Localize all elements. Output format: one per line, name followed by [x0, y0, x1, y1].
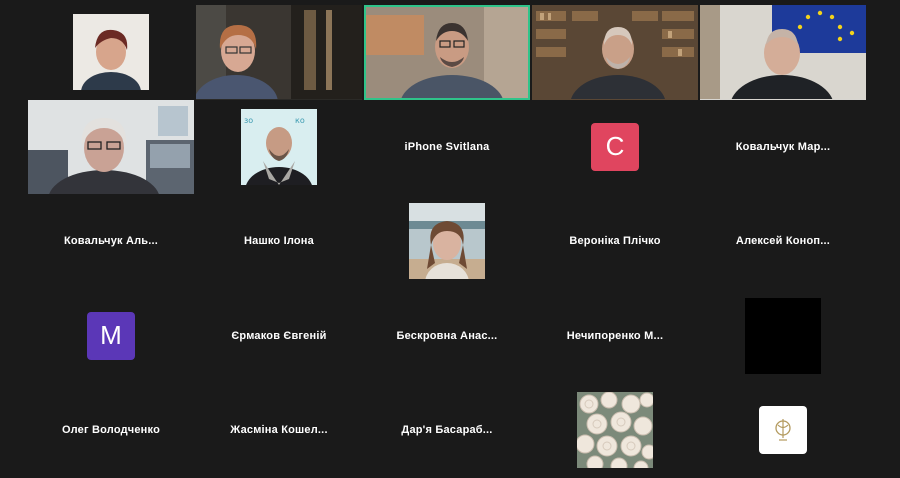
avatar-letter: C [605, 131, 625, 162]
participant-name: Бескровна Анас... [396, 329, 498, 342]
participant-tile-10[interactable]: Ковальчук Мар... [699, 100, 867, 195]
participant-tile-13[interactable] [363, 194, 531, 289]
participant-tile-11[interactable]: Ковальчук Аль... [27, 194, 195, 289]
participant-tile-4[interactable] [531, 5, 699, 100]
participant-photo [73, 14, 149, 91]
participant-photo-roses [577, 392, 653, 469]
participant-tile-7[interactable]: зо ко [195, 100, 363, 195]
participant-photo [409, 203, 485, 280]
participant-tile-8[interactable]: iPhone Svitlana [363, 100, 531, 195]
video-grid: зо ко iPhone Svitlana C Ковальчук Мар...… [27, 5, 867, 478]
participant-photo-black [745, 297, 821, 374]
participant-video [196, 5, 362, 100]
logo-icon [775, 419, 791, 441]
participant-name: Жасміна Кошел... [230, 424, 328, 437]
participant-tile-17[interactable]: Єрмаков Євгеній [195, 289, 363, 384]
participant-name: Вероніка Плічко [569, 235, 661, 248]
participant-photo-logo [759, 406, 807, 455]
participant-tile-23[interactable]: Дар'я Басараб... [363, 383, 531, 478]
participant-tile-24[interactable] [531, 383, 699, 478]
svg-text:зо: зо [244, 116, 253, 125]
participant-tile-3[interactable] [363, 5, 531, 100]
participant-avatar-letter: M [87, 311, 135, 360]
participant-name: Ковальчук Мар... [735, 140, 831, 153]
participant-name: Ковальчук Аль... [63, 235, 159, 248]
participant-tile-18[interactable]: Бескровна Анас... [363, 289, 531, 384]
participant-tile-15[interactable]: Алексей Коноп... [699, 194, 867, 289]
participant-tile-6[interactable] [27, 99, 195, 194]
participant-name: Нечипоренко М... [566, 329, 664, 342]
participant-tile-21[interactable]: Олег Володченко [27, 383, 195, 478]
participant-tile-9[interactable]: C [531, 100, 699, 195]
svg-text:ко: ко [295, 116, 305, 125]
participant-name: Єрмаков Євгеній [231, 329, 327, 342]
participant-tile-5[interactable] [699, 5, 867, 100]
participant-video [700, 5, 866, 100]
participant-photo: зо ко [241, 108, 317, 185]
participant-tile-1[interactable] [27, 5, 195, 100]
participant-tile-20[interactable] [699, 289, 867, 384]
avatar-letter: M [100, 320, 122, 351]
participant-tile-12[interactable]: Нашко Ілона [195, 194, 363, 289]
participant-video-active-speaker [364, 5, 530, 100]
participant-tile-2[interactable] [195, 5, 363, 100]
participant-name: Дар'я Басараб... [401, 424, 493, 437]
participant-name: Нашко Ілона [244, 235, 314, 248]
participant-video [28, 99, 194, 194]
participant-tile-19[interactable]: Нечипоренко М... [531, 289, 699, 384]
participant-tile-14[interactable]: Вероніка Плічко [531, 194, 699, 289]
participant-name: Олег Володченко [61, 424, 161, 437]
participant-tile-25[interactable] [699, 383, 867, 478]
participant-tile-16[interactable]: M [27, 289, 195, 384]
participant-name: iPhone Svitlana [404, 140, 490, 153]
participant-tile-22[interactable]: Жасміна Кошел... [195, 383, 363, 478]
participant-avatar-letter: C [591, 122, 639, 171]
participant-video [532, 5, 698, 100]
participant-name: Алексей Коноп... [735, 235, 831, 248]
